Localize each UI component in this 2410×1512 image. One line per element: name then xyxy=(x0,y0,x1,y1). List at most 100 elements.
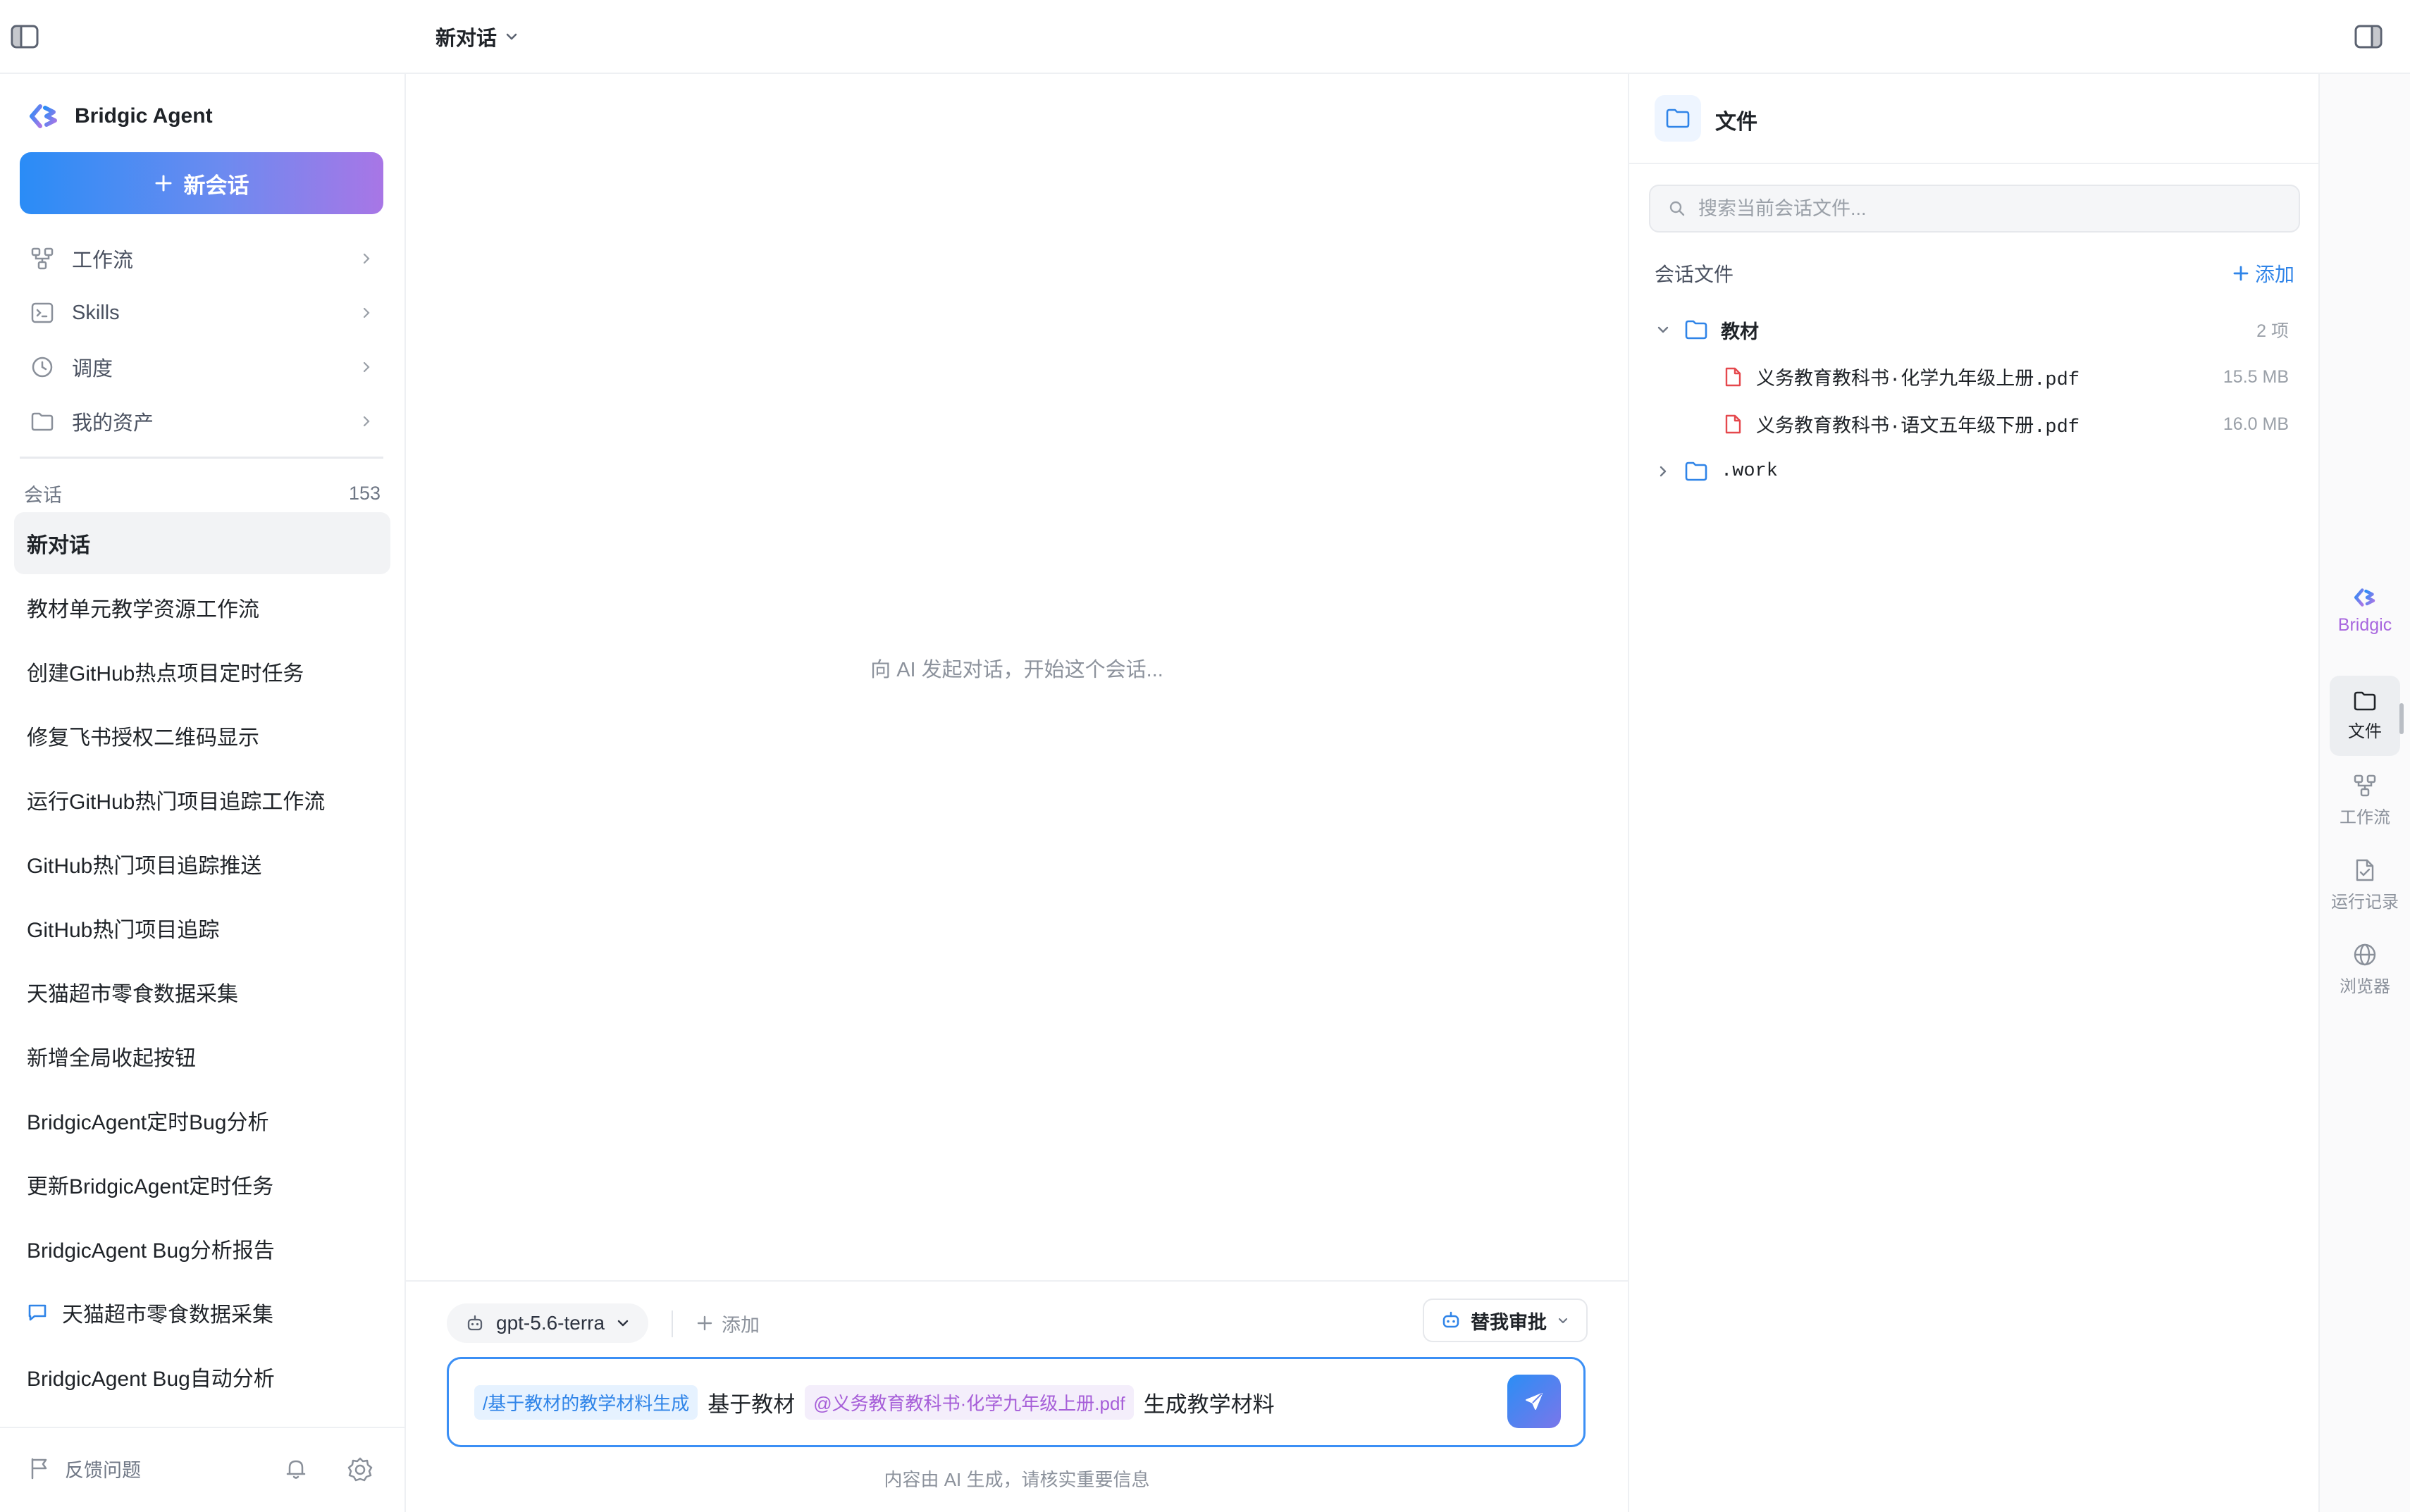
conversations-header: 会话 153 xyxy=(24,476,381,511)
conversation-item[interactable]: 运行GitHub热门项目追踪工作流 xyxy=(14,769,390,831)
workflow-icon xyxy=(30,246,55,271)
folder-count: 2 项 xyxy=(2256,321,2289,341)
conversation-title-dropdown[interactable]: 新对话 xyxy=(435,23,519,51)
message-input-content[interactable]: /基于教材的教学材料生成 基于教材 @义务教育教科书·化学九年级上册.pdf 生… xyxy=(474,1359,1275,1445)
conversations-label: 会话 xyxy=(24,484,62,506)
rail-workflow[interactable]: 工作流 xyxy=(2330,760,2400,841)
plus-icon xyxy=(2232,265,2249,282)
flag-icon xyxy=(28,1456,51,1480)
chevron-right-icon xyxy=(359,360,373,374)
add-attachment-button[interactable]: 添加 xyxy=(696,1303,760,1343)
scrollbar-thumb[interactable] xyxy=(2399,703,2404,734)
folder-icon xyxy=(1684,319,1708,340)
file-size: 15.5 MB xyxy=(2223,366,2289,387)
conversation-item[interactable]: 新对话 xyxy=(14,512,390,574)
folder-name: 教材 xyxy=(1721,321,1759,342)
chevron-right-icon xyxy=(1655,463,1671,480)
pdf-file-icon xyxy=(1724,414,1743,435)
input-text: 生成教学材料 xyxy=(1143,1392,1275,1417)
nav-label: 我的资产 xyxy=(72,412,154,435)
top-bar: 新对话 xyxy=(0,0,2410,74)
gear-icon[interactable] xyxy=(345,1455,375,1485)
toggle-sidebar-icon[interactable] xyxy=(10,23,39,51)
folder-row[interactable]: .work xyxy=(1655,448,2289,495)
conversation-item[interactable]: 天猫超市零食数据采集 xyxy=(14,961,390,1023)
new-chat-button[interactable]: 新会话 xyxy=(20,152,383,214)
conversation-title: 教材单元教学资源工作流 xyxy=(27,598,259,621)
divider xyxy=(672,1310,673,1337)
chevron-down-icon xyxy=(616,1316,630,1330)
file-search-input[interactable] xyxy=(1697,197,2278,221)
chevron-right-icon xyxy=(359,414,373,428)
skill-chip[interactable]: /基于教材的教学材料生成 xyxy=(474,1384,698,1420)
feedback-label: 反馈问题 xyxy=(65,1459,141,1481)
divider xyxy=(406,1280,1628,1282)
add-label: 添加 xyxy=(2254,264,2294,285)
send-button[interactable] xyxy=(1507,1375,1561,1428)
file-search-field[interactable] xyxy=(1649,185,2300,233)
rail-label: 浏览器 xyxy=(2340,977,2390,996)
model-name: gpt-5.6-terra xyxy=(496,1312,605,1334)
terminal-icon xyxy=(30,300,55,326)
conversation-item[interactable]: 教材单元教学资源工作流 xyxy=(14,576,390,638)
right-rail: Bridgic 文件 工作流 运行记录 浏览器 xyxy=(2320,74,2410,1512)
nav-schedule[interactable]: 调度 xyxy=(20,341,383,393)
plus-icon xyxy=(696,1315,713,1332)
rail-browser[interactable]: 浏览器 xyxy=(2330,929,2400,1010)
feedback-button[interactable]: 反馈问题 xyxy=(28,1449,141,1487)
conversation-item[interactable]: 更新BridgicAgent定时任务 xyxy=(14,1153,390,1215)
file-name: 义务教育教科书·语文五年级下册.pdf xyxy=(1756,417,2080,438)
approval-mode-dropdown[interactable]: 替我审批 xyxy=(1423,1299,1588,1342)
file-size: 16.0 MB xyxy=(2223,414,2289,434)
send-icon xyxy=(1522,1389,1546,1413)
empty-state-hint: 向 AI 发起对话，开始这个会话... xyxy=(870,659,1163,681)
nav-my-assets[interactable]: 我的资产 xyxy=(20,395,383,447)
chevron-down-icon xyxy=(1557,1314,1569,1327)
conversation-item[interactable]: 创建GitHub热点项目定时任务 xyxy=(14,640,390,702)
add-file-button[interactable]: 添加 xyxy=(2232,259,2294,287)
conversation-item[interactable]: 新增全局收起按钮 xyxy=(14,1025,390,1087)
pdf-file-icon xyxy=(1724,366,1743,388)
file-row[interactable]: 义务教育教科书·化学九年级上册.pdf 15.5 MB xyxy=(1724,354,2289,400)
conversation-title: BridgicAgent定时Bug分析 xyxy=(27,1111,269,1134)
nav-label: Skills xyxy=(72,301,120,324)
conversation-item[interactable]: GitHub热门项目追踪 xyxy=(14,897,390,959)
conversation-item[interactable]: GitHub热门项目追踪推送 xyxy=(14,833,390,895)
nav-skills[interactable]: Skills xyxy=(20,287,383,339)
conversation-item[interactable]: BridgicAgent Bug分析报告 xyxy=(14,1217,390,1279)
nav-label: 调度 xyxy=(72,358,113,380)
conversation-item[interactable]: 修复飞书授权二维码显示 xyxy=(14,705,390,767)
files-panel-header: 文件 xyxy=(1629,74,2318,164)
bell-icon[interactable] xyxy=(282,1455,310,1483)
bridgic-logo-icon xyxy=(28,102,59,130)
file-row[interactable]: 义务教育教科书·语文五年级下册.pdf 16.0 MB xyxy=(1724,401,2289,447)
file-mention-chip[interactable]: @义务教育教科书·化学九年级上册.pdf xyxy=(805,1384,1134,1420)
conversation-title: 创建GitHub热点项目定时任务 xyxy=(27,662,304,686)
files-panel-title: 文件 xyxy=(1715,111,1757,134)
conversation-title: 修复飞书授权二维码显示 xyxy=(27,726,259,750)
rail-brand: Bridgic xyxy=(2320,587,2410,636)
nav-workflow[interactable]: 工作流 xyxy=(20,233,383,285)
conversation-title: 天猫超市零食数据采集 xyxy=(27,983,238,1006)
conversation-item[interactable]: 天猫超市零食数据采集 xyxy=(14,1282,390,1344)
page-title: 新对话 xyxy=(435,27,498,50)
folder-row[interactable]: 教材 2 项 xyxy=(1655,306,2289,353)
clock-icon xyxy=(30,354,55,380)
rail-run-log[interactable]: 运行记录 xyxy=(2330,845,2400,925)
conversation-item[interactable]: BridgicAgent Bug自动分析 xyxy=(14,1346,390,1408)
conversation-item[interactable]: BridgicAgent定时Bug分析 xyxy=(14,1089,390,1151)
conversation-title: BridgicAgent Bug自动分析 xyxy=(27,1368,275,1391)
conversation-title: GitHub热门项目追踪 xyxy=(27,919,220,942)
bridgic-logo-icon xyxy=(2353,587,2377,608)
toggle-panel-icon[interactable] xyxy=(2354,23,2383,51)
folder-icon xyxy=(30,409,55,434)
model-selector[interactable]: gpt-5.6-terra xyxy=(447,1303,649,1343)
rail-files[interactable]: 文件 xyxy=(2330,676,2400,756)
chat-bubble-icon xyxy=(27,1302,48,1323)
sidebar-footer: 反馈问题 xyxy=(0,1427,404,1512)
input-text: 基于教材 xyxy=(707,1392,796,1417)
rail-label: 文件 xyxy=(2348,721,2382,741)
chevron-down-icon xyxy=(504,29,519,44)
message-input[interactable]: /基于教材的教学材料生成 基于教材 @义务教育教科书·化学九年级上册.pdf 生… xyxy=(447,1357,1586,1447)
brand-name: Bridgic Agent xyxy=(75,104,213,128)
